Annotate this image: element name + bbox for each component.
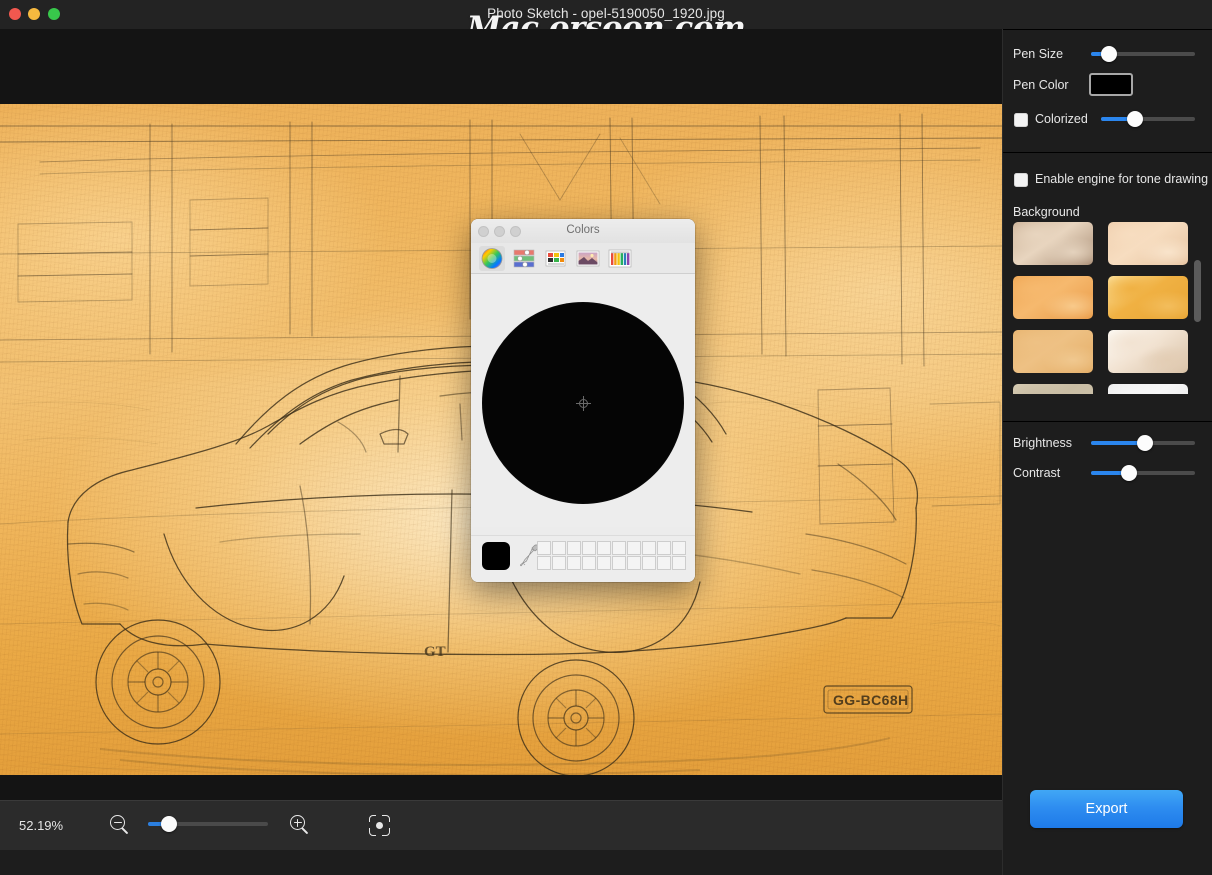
color-wheel-tool[interactable]: [479, 246, 505, 271]
bg-texture-2[interactable]: [1108, 222, 1188, 265]
zoom-slider[interactable]: [148, 816, 268, 832]
color-swatch[interactable]: [537, 556, 551, 570]
fit-to-screen-icon[interactable]: [368, 814, 391, 837]
bg-texture-1[interactable]: [1013, 222, 1093, 265]
color-swatch[interactable]: [642, 541, 656, 555]
brightness-thumb[interactable]: [1137, 435, 1153, 451]
bottom-toolbar: 52.19% Sketch: [0, 800, 1002, 850]
window-titlebar: Photo Sketch - opel-5190050_1920.jpg: [0, 0, 1212, 29]
color-palettes-tool[interactable]: [543, 246, 569, 271]
tone-engine-label: Enable engine for tone drawing: [1035, 172, 1209, 186]
color-swatch[interactable]: [597, 541, 611, 555]
bg-texture-5[interactable]: [1013, 330, 1093, 373]
zoom-in-icon[interactable]: [290, 815, 311, 836]
background-label: Background: [1013, 205, 1080, 219]
color-swatch[interactable]: [597, 556, 611, 570]
color-sliders-tool[interactable]: [511, 246, 537, 271]
bg-texture-3[interactable]: [1013, 276, 1093, 319]
color-wheel-picker[interactable]: [482, 302, 684, 504]
sidebar-divider-1: [1003, 152, 1212, 153]
pen-color-swatch[interactable]: [1089, 73, 1133, 96]
color-swatch[interactable]: [612, 541, 626, 555]
color-swatch[interactable]: [612, 556, 626, 570]
color-swatch[interactable]: [567, 556, 581, 570]
brightness-label: Brightness: [1013, 436, 1073, 450]
colors-panel-toolbar: [471, 243, 695, 274]
crosshair-cursor: [575, 395, 591, 411]
pen-size-label: Pen Size: [1013, 47, 1064, 61]
app-window: Photo Sketch - opel-5190050_1920.jpg Mac…: [0, 0, 1212, 875]
color-swatch-grid[interactable]: [537, 541, 686, 570]
colors-panel-titlebar: Colors: [471, 219, 695, 243]
bg-texture-7[interactable]: [1013, 384, 1093, 394]
color-swatch[interactable]: [657, 541, 671, 555]
background-scrollbar[interactable]: [1194, 260, 1201, 322]
color-swatch[interactable]: [582, 541, 596, 555]
image-palettes-icon: [576, 250, 600, 267]
sidebar-divider-top: [1003, 29, 1212, 30]
colors-panel-footer: [471, 535, 695, 582]
pen-size-slider[interactable]: [1091, 46, 1195, 62]
pencils-tool[interactable]: [607, 246, 633, 271]
color-swatch[interactable]: [582, 556, 596, 570]
bg-texture-4[interactable]: [1108, 276, 1188, 319]
color-swatch[interactable]: [672, 541, 686, 555]
color-swatch[interactable]: [627, 556, 641, 570]
color-swatch[interactable]: [627, 541, 641, 555]
background-thumbnail-grid: [1013, 222, 1188, 394]
brightness-slider[interactable]: [1091, 435, 1195, 451]
export-button[interactable]: Export: [1030, 790, 1183, 828]
background-thumbnail-list[interactable]: [1013, 222, 1203, 394]
color-sliders-icon: [513, 249, 535, 268]
pen-size-thumb[interactable]: [1101, 46, 1117, 62]
color-swatch[interactable]: [537, 541, 551, 555]
contrast-thumb[interactable]: [1121, 465, 1137, 481]
contrast-slider[interactable]: [1091, 465, 1195, 481]
bg-texture-6[interactable]: [1108, 330, 1188, 373]
color-swatch[interactable]: [657, 556, 671, 570]
color-wheel-icon: [481, 248, 503, 269]
colorized-label: Colorized: [1035, 112, 1088, 126]
colorized-checkbox[interactable]: [1014, 113, 1028, 127]
colors-panel[interactable]: Colors: [471, 219, 695, 582]
colorized-slider[interactable]: [1101, 111, 1195, 127]
sidebar-divider-2: [1003, 421, 1212, 422]
colors-panel-title: Colors: [566, 224, 600, 236]
colorized-thumb[interactable]: [1127, 111, 1143, 127]
color-swatch[interactable]: [672, 556, 686, 570]
color-palettes-icon: [545, 250, 566, 267]
contrast-label: Contrast: [1013, 466, 1061, 480]
pencils-icon: [608, 249, 632, 268]
pen-color-label: Pen Color: [1013, 78, 1069, 92]
color-swatch[interactable]: [642, 556, 656, 570]
image-palettes-tool[interactable]: [575, 246, 601, 271]
right-sidebar: Pen Size Pen Color Colorized Enable engi…: [1002, 29, 1212, 875]
tone-engine-checkbox[interactable]: [1014, 173, 1028, 187]
color-swatch[interactable]: [567, 541, 581, 555]
zoom-out-icon[interactable]: [110, 815, 131, 836]
color-swatch[interactable]: [552, 556, 566, 570]
bg-texture-8[interactable]: [1108, 384, 1188, 394]
colors-panel-body: [471, 274, 695, 579]
current-color-swatch[interactable]: [482, 542, 510, 570]
color-swatch[interactable]: [552, 541, 566, 555]
window-title: Photo Sketch - opel-5190050_1920.jpg: [487, 6, 725, 21]
zoom-level-value: 52.19%: [19, 818, 64, 833]
zoom-slider-thumb[interactable]: [161, 816, 177, 832]
